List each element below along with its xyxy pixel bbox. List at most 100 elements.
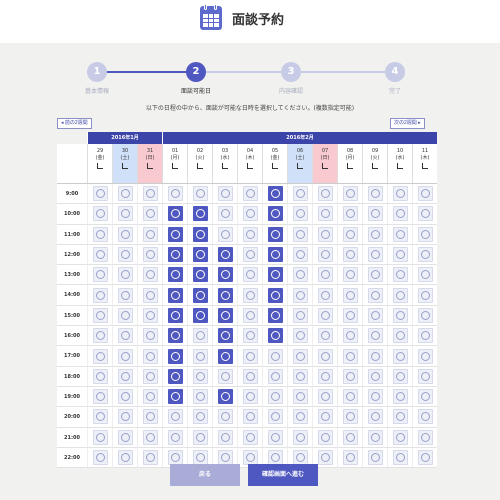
time-slot-button[interactable] — [117, 429, 133, 445]
time-slot-button[interactable] — [217, 328, 233, 344]
time-slot-button[interactable] — [417, 226, 433, 242]
column-select-checkbox[interactable] — [122, 163, 128, 169]
time-slot-button[interactable] — [217, 287, 233, 303]
column-select-checkbox[interactable] — [197, 163, 203, 169]
time-slot-button[interactable] — [342, 429, 358, 445]
time-slot-button[interactable] — [292, 287, 308, 303]
time-slot-button[interactable] — [192, 429, 208, 445]
date-column-header[interactable]: 05 (金) — [262, 144, 287, 183]
time-slot-button[interactable] — [142, 368, 158, 384]
time-slot-button[interactable] — [117, 226, 133, 242]
time-slot-button[interactable] — [342, 186, 358, 202]
time-slot-button[interactable] — [417, 450, 433, 465]
time-slot-button[interactable] — [267, 429, 283, 445]
time-slot-button[interactable] — [292, 348, 308, 364]
time-slot-button[interactable] — [117, 267, 133, 283]
time-slot-button[interactable] — [242, 267, 258, 283]
time-slot-button[interactable] — [392, 226, 408, 242]
time-slot-button[interactable] — [167, 409, 183, 425]
time-slot-button[interactable] — [192, 226, 208, 242]
time-slot-button[interactable] — [292, 307, 308, 323]
time-slot-button[interactable] — [142, 287, 158, 303]
time-slot-button[interactable] — [142, 348, 158, 364]
time-slot-button[interactable] — [367, 368, 383, 384]
time-slot-button[interactable] — [317, 389, 333, 405]
date-column-header[interactable]: 07 (日) — [312, 144, 337, 183]
column-select-checkbox[interactable] — [272, 163, 278, 169]
time-slot-button[interactable] — [417, 368, 433, 384]
time-slot-button[interactable] — [392, 348, 408, 364]
time-slot-button[interactable] — [167, 450, 183, 465]
time-slot-button[interactable] — [417, 186, 433, 202]
time-slot-button[interactable] — [417, 206, 433, 222]
time-slot-button[interactable] — [117, 287, 133, 303]
time-slot-button[interactable] — [367, 287, 383, 303]
time-slot-button[interactable] — [192, 186, 208, 202]
time-slot-button[interactable] — [117, 409, 133, 425]
time-slot-button[interactable] — [292, 389, 308, 405]
time-slot-button[interactable] — [392, 267, 408, 283]
column-select-checkbox[interactable] — [372, 163, 378, 169]
time-slot-button[interactable] — [167, 267, 183, 283]
time-slot-button[interactable] — [342, 368, 358, 384]
time-slot-button[interactable] — [267, 206, 283, 222]
time-slot-button[interactable] — [242, 328, 258, 344]
time-slot-button[interactable] — [342, 328, 358, 344]
time-slot-button[interactable] — [267, 287, 283, 303]
time-slot-button[interactable] — [217, 307, 233, 323]
time-slot-button[interactable] — [192, 389, 208, 405]
time-slot-button[interactable] — [117, 389, 133, 405]
time-slot-button[interactable] — [417, 247, 433, 263]
time-slot-button[interactable] — [242, 348, 258, 364]
time-slot-button[interactable] — [167, 307, 183, 323]
time-slot-button[interactable] — [242, 450, 258, 465]
time-slot-button[interactable] — [192, 348, 208, 364]
time-slot-button[interactable] — [417, 409, 433, 425]
time-slot-button[interactable] — [167, 226, 183, 242]
time-slot-button[interactable] — [192, 328, 208, 344]
time-slot-button[interactable] — [92, 307, 108, 323]
time-slot-button[interactable] — [217, 368, 233, 384]
date-column-header[interactable]: 02 (火) — [187, 144, 212, 183]
time-slot-button[interactable] — [392, 429, 408, 445]
time-slot-button[interactable] — [342, 226, 358, 242]
time-slot-button[interactable] — [142, 429, 158, 445]
time-slot-button[interactable] — [117, 186, 133, 202]
time-slot-button[interactable] — [217, 247, 233, 263]
time-slot-button[interactable] — [92, 287, 108, 303]
time-slot-button[interactable] — [92, 328, 108, 344]
time-slot-button[interactable] — [167, 247, 183, 263]
time-slot-button[interactable] — [92, 186, 108, 202]
time-slot-button[interactable] — [92, 368, 108, 384]
date-column-header[interactable]: 10 (水) — [387, 144, 412, 183]
column-select-checkbox[interactable] — [247, 163, 253, 169]
time-slot-button[interactable] — [417, 389, 433, 405]
date-column-header[interactable]: 31 (日) — [137, 144, 162, 183]
time-slot-button[interactable] — [417, 267, 433, 283]
time-slot-button[interactable] — [167, 186, 183, 202]
time-slot-button[interactable] — [367, 206, 383, 222]
time-slot-button[interactable] — [167, 368, 183, 384]
time-slot-button[interactable] — [342, 287, 358, 303]
time-slot-button[interactable] — [317, 328, 333, 344]
time-slot-button[interactable] — [117, 307, 133, 323]
date-column-header[interactable]: 11 (木) — [412, 144, 437, 183]
time-slot-button[interactable] — [242, 368, 258, 384]
time-slot-button[interactable] — [142, 206, 158, 222]
date-column-header[interactable]: 08 (月) — [337, 144, 362, 183]
time-slot-button[interactable] — [167, 328, 183, 344]
time-slot-button[interactable] — [92, 409, 108, 425]
time-slot-button[interactable] — [142, 389, 158, 405]
time-slot-button[interactable] — [217, 348, 233, 364]
date-column-header[interactable]: 03 (水) — [212, 144, 237, 183]
time-slot-button[interactable] — [417, 429, 433, 445]
time-slot-button[interactable] — [342, 247, 358, 263]
time-slot-button[interactable] — [192, 267, 208, 283]
time-slot-button[interactable] — [292, 186, 308, 202]
time-slot-button[interactable] — [217, 389, 233, 405]
time-slot-button[interactable] — [392, 307, 408, 323]
confirm-button[interactable]: 確認画面へ進む — [248, 464, 318, 486]
time-slot-button[interactable] — [292, 368, 308, 384]
time-slot-button[interactable] — [217, 226, 233, 242]
time-slot-button[interactable] — [267, 348, 283, 364]
